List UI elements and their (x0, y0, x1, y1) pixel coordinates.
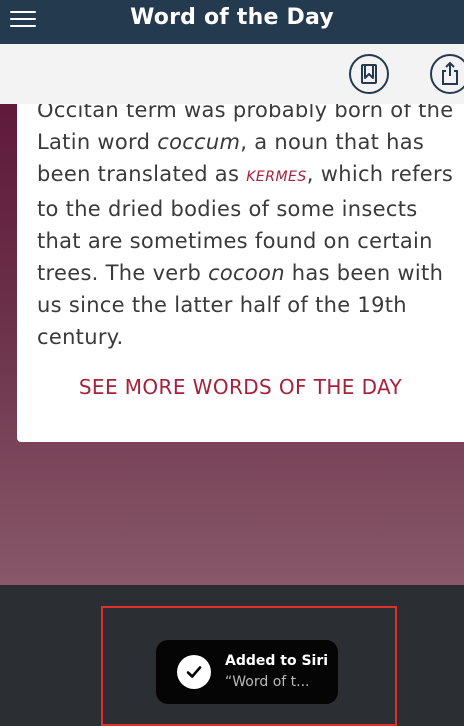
article-line: Latin word coccum, a noun that has (37, 126, 457, 158)
checkmark-icon (177, 655, 211, 689)
added-to-siri-toast[interactable]: Added to Siri “Word of t... (156, 640, 338, 704)
article-line: us since the latter half of the 19th (37, 293, 407, 317)
bookmark-icon (361, 64, 377, 84)
text-segment: Latin word (37, 130, 158, 154)
text-segment: , which refers (306, 162, 454, 186)
text-segment: trees. The verb (37, 261, 209, 285)
text-segment: , a noun that has (240, 130, 425, 154)
toast-subtitle: “Word of t... (225, 674, 310, 690)
article-line: that are sometimes found on certain (37, 229, 433, 253)
text-segment: been translated as (37, 162, 247, 186)
page-title: Word of the Day (130, 5, 334, 30)
italic-word: cocoon (208, 261, 285, 285)
article-line: century. (37, 325, 124, 349)
navigation-bar: Word of the Day (0, 0, 464, 44)
kermes-link[interactable]: KERMES (246, 169, 307, 185)
italic-word: coccum (157, 130, 241, 154)
article-line: Occitan term was probably born of the (37, 104, 454, 122)
toast-title: Added to Siri (225, 653, 329, 669)
share-button[interactable] (430, 54, 464, 94)
article-line: trees. The verb cocoon has been with (37, 257, 457, 289)
article-line: to the dried bodies of some insects (37, 197, 418, 221)
share-icon (442, 61, 458, 85)
article-card: Occitan term was probably born of the La… (17, 104, 464, 442)
bookmark-button[interactable] (349, 54, 389, 94)
see-more-words-link[interactable]: SEE MORE WORDS OF THE DAY (17, 375, 464, 399)
article-body: Occitan term was probably born of the La… (37, 104, 457, 353)
article-line: been translated as KERMES, which refers (37, 158, 457, 193)
toolbar (0, 44, 464, 105)
text-segment: has been with (284, 261, 444, 285)
